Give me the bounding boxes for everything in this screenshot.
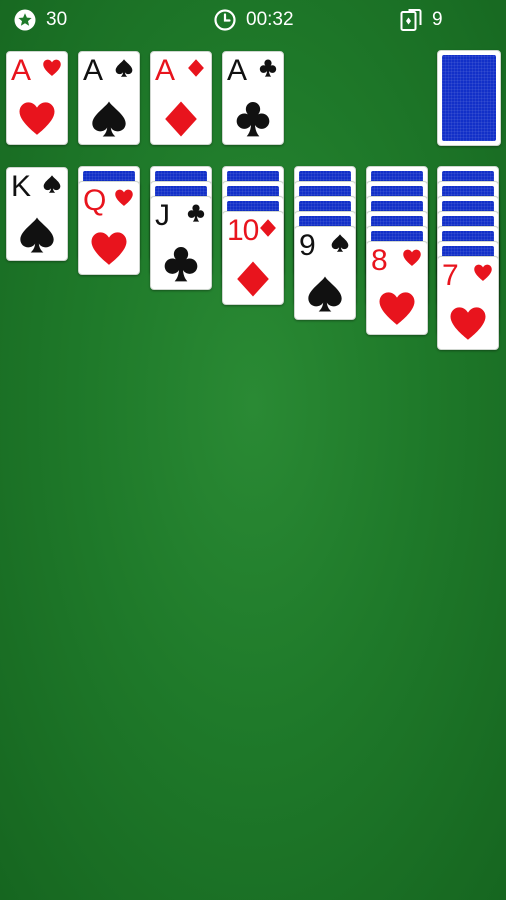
- spade-icon: [20, 217, 54, 253]
- club-icon: [164, 247, 198, 282]
- foundation-clubs[interactable]: A: [222, 51, 284, 145]
- diamond-icon: [188, 59, 204, 77]
- tableau-2-top-card[interactable]: Q: [78, 181, 140, 275]
- foundation-hearts[interactable]: A: [6, 51, 68, 145]
- card-rank: Q: [83, 184, 106, 217]
- score-value: 30: [46, 9, 68, 30]
- moves-display: 9: [400, 9, 443, 31]
- club-icon: [259, 59, 277, 77]
- heart-icon: [91, 232, 127, 265]
- heart-icon: [450, 307, 486, 340]
- card-rank: K: [11, 170, 31, 203]
- tableau-7-top-card[interactable]: 7: [437, 256, 499, 350]
- club-icon: [187, 204, 205, 222]
- timer-display: 00:32: [214, 9, 294, 31]
- heart-icon: [43, 59, 61, 76]
- star-icon: [14, 9, 36, 31]
- heart-icon: [19, 102, 55, 135]
- tableau-6-top-card[interactable]: 8: [366, 241, 428, 335]
- heart-icon: [379, 292, 415, 325]
- diamond-icon: [260, 219, 276, 237]
- spade-icon: [308, 276, 342, 312]
- card-rank: 9: [299, 229, 316, 262]
- status-bar: 30 00:32 9: [0, 0, 506, 42]
- diamond-icon: [237, 261, 269, 297]
- cards-icon: [400, 9, 422, 31]
- card-rank: J: [155, 199, 170, 232]
- card-rank: 10: [227, 214, 259, 247]
- card-rank: A: [155, 54, 175, 87]
- spade-icon: [43, 175, 61, 193]
- tableau-3-top-card[interactable]: J: [150, 196, 212, 290]
- foundation-spades[interactable]: A: [78, 51, 140, 145]
- spade-icon: [331, 234, 349, 252]
- clock-icon: [214, 9, 236, 31]
- card-rank: 7: [442, 259, 459, 292]
- card-rank: 8: [371, 244, 388, 277]
- stock-pile[interactable]: [437, 50, 501, 146]
- heart-icon: [115, 189, 133, 206]
- spade-icon: [115, 59, 133, 77]
- score-display: 30: [14, 9, 67, 31]
- diamond-icon: [165, 101, 197, 137]
- foundation-diamonds[interactable]: A: [150, 51, 212, 145]
- tableau-1-top-card[interactable]: K: [6, 167, 68, 261]
- heart-icon: [403, 249, 421, 266]
- spade-icon: [92, 101, 126, 137]
- card-rank: A: [83, 54, 103, 87]
- heart-icon: [474, 264, 492, 281]
- timer-value: 00:32: [246, 9, 294, 30]
- tableau-4-top-card[interactable]: 10: [222, 211, 284, 305]
- card-rank: A: [227, 54, 247, 87]
- moves-value: 9: [432, 9, 443, 30]
- club-icon: [236, 102, 270, 137]
- tableau-5-top-card[interactable]: 9: [294, 226, 356, 320]
- card-rank: A: [11, 54, 31, 87]
